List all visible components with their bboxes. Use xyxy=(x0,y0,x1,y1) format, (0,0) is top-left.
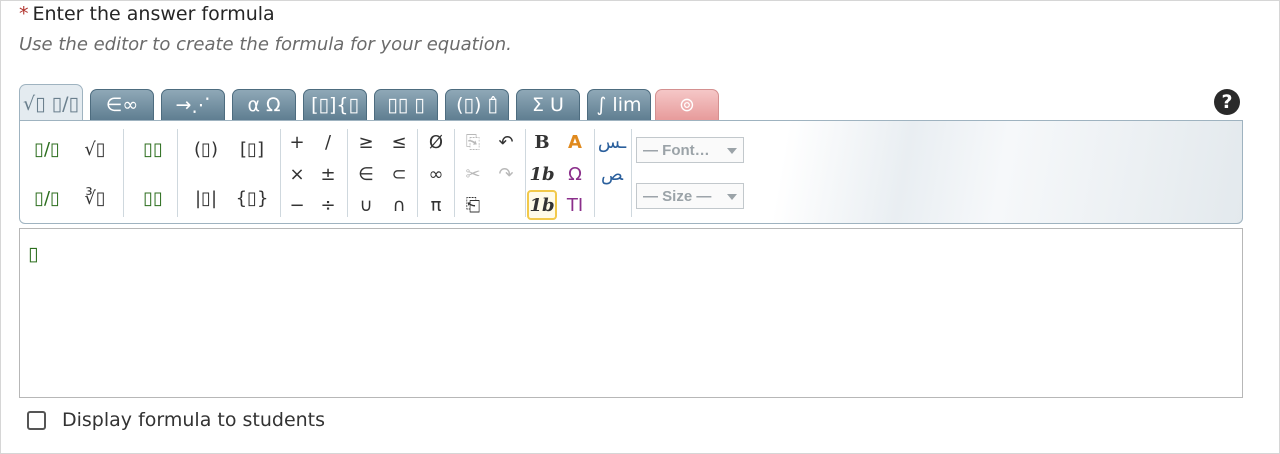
font-select-value: — Font… xyxy=(643,141,710,159)
tab-symbols[interactable]: ∈∞ xyxy=(90,89,154,120)
divide-button[interactable]: ÷ xyxy=(313,190,343,220)
size-select[interactable]: — Size — xyxy=(636,183,744,209)
bold-button[interactable]: B xyxy=(527,127,557,157)
toolbar-divider xyxy=(525,129,526,217)
font-select[interactable]: — Font… xyxy=(636,137,744,163)
cut-icon[interactable]: ✂ xyxy=(458,159,488,189)
formula-toolbar: ▯/▯ √▯ ▯/▯ ∛▯ ▯▯ ▯▯ (▯) [▯] |▯| {▯} + / … xyxy=(19,120,1243,224)
subset-button[interactable]: ⊂ xyxy=(384,159,414,189)
question-title: * Enter the answer formula xyxy=(19,3,275,25)
tab-greek[interactable]: α Ω xyxy=(232,89,296,120)
superscript-button[interactable]: ▯▯ xyxy=(138,134,168,164)
subscript-button[interactable]: ▯▯ xyxy=(138,183,168,213)
empty-set-button[interactable]: Ø xyxy=(421,127,451,157)
copy-icon[interactable]: ⎘ xyxy=(458,127,488,157)
toolbar-divider xyxy=(417,129,418,217)
tab-matrices[interactable]: [▯]{▯ xyxy=(303,89,367,120)
redo-icon[interactable]: ↷ xyxy=(491,159,521,189)
times-button[interactable]: × xyxy=(282,159,312,189)
toolbar-divider xyxy=(454,129,455,217)
plus-button[interactable]: + xyxy=(282,127,312,157)
pi-button[interactable]: π xyxy=(421,190,451,220)
display-formula-label: Display formula to students xyxy=(62,409,326,431)
rtl-text-icon[interactable]: ـس xyxy=(597,127,627,157)
toolbar-divider xyxy=(123,129,124,217)
union-button[interactable]: ∪ xyxy=(351,190,381,220)
special-characters-icon[interactable]: Ω xyxy=(560,159,590,189)
greater-equal-button[interactable]: ≥ xyxy=(351,127,381,157)
parentheses-button[interactable]: (▯) xyxy=(187,134,225,164)
chevron-down-icon xyxy=(727,148,737,154)
brackets-button[interactable]: [▯] xyxy=(233,134,271,164)
help-icon[interactable]: ? xyxy=(1214,89,1240,115)
tab-arrows[interactable]: →⋰ xyxy=(161,89,225,120)
sqrt-button[interactable]: √▯ xyxy=(80,134,110,164)
color-icon[interactable]: A xyxy=(560,127,590,157)
tab-scripts[interactable]: ▯▯ ▯ xyxy=(374,89,438,120)
toolbar-divider xyxy=(177,129,178,217)
toolbar-divider xyxy=(347,129,348,217)
placeholder-box: ▯ xyxy=(28,243,39,265)
less-equal-button[interactable]: ≤ xyxy=(384,127,414,157)
fraction-button[interactable]: ▯/▯ xyxy=(32,134,62,164)
required-marker: * xyxy=(19,3,29,25)
chevron-down-icon xyxy=(727,194,737,200)
size-select-value: — Size — xyxy=(643,187,712,205)
toolbar-divider xyxy=(280,129,281,217)
display-formula-checkbox[interactable] xyxy=(27,410,46,430)
formula-editor[interactable]: ▯ xyxy=(19,228,1243,398)
undo-icon[interactable]: ↶ xyxy=(491,127,521,157)
question-title-text: Enter the answer formula xyxy=(32,3,275,25)
infinity-button[interactable]: ∞ xyxy=(421,159,451,189)
plus-minus-button[interactable]: ± xyxy=(313,159,343,189)
tab-radicals-fractions[interactable]: √▯ ▯/▯ xyxy=(19,84,83,122)
toolbar-divider xyxy=(631,129,632,217)
tab-chemistry[interactable]: ⊚ xyxy=(655,89,719,120)
tab-brackets-accents[interactable]: (▯) ▯̂ xyxy=(445,89,509,120)
text-cursor-icon[interactable]: TI xyxy=(560,190,590,220)
text-mode-button[interactable]: 1b xyxy=(527,190,557,220)
italic-button[interactable]: 1b xyxy=(527,159,557,189)
tab-calculus[interactable]: ∫ lim xyxy=(587,89,651,120)
question-instructions: Use the editor to create the formula for… xyxy=(19,34,512,55)
paste-icon[interactable]: ⎗ xyxy=(458,190,488,220)
braces-button[interactable]: {▯} xyxy=(233,183,271,213)
rtl-script-icon[interactable]: ﺺ xyxy=(597,159,627,189)
absolute-value-button[interactable]: |▯| xyxy=(187,183,225,213)
minus-button[interactable]: − xyxy=(282,190,312,220)
slash-button[interactable]: / xyxy=(313,127,343,157)
nth-root-button[interactable]: ∛▯ xyxy=(80,183,110,213)
inline-fraction-button[interactable]: ▯/▯ xyxy=(32,183,62,213)
display-formula-option[interactable]: Display formula to students xyxy=(27,409,325,431)
intersection-button[interactable]: ∩ xyxy=(384,190,414,220)
toolbar-divider xyxy=(594,129,595,217)
tab-operators[interactable]: Σ U xyxy=(516,89,580,120)
element-of-button[interactable]: ∈ xyxy=(351,159,381,189)
